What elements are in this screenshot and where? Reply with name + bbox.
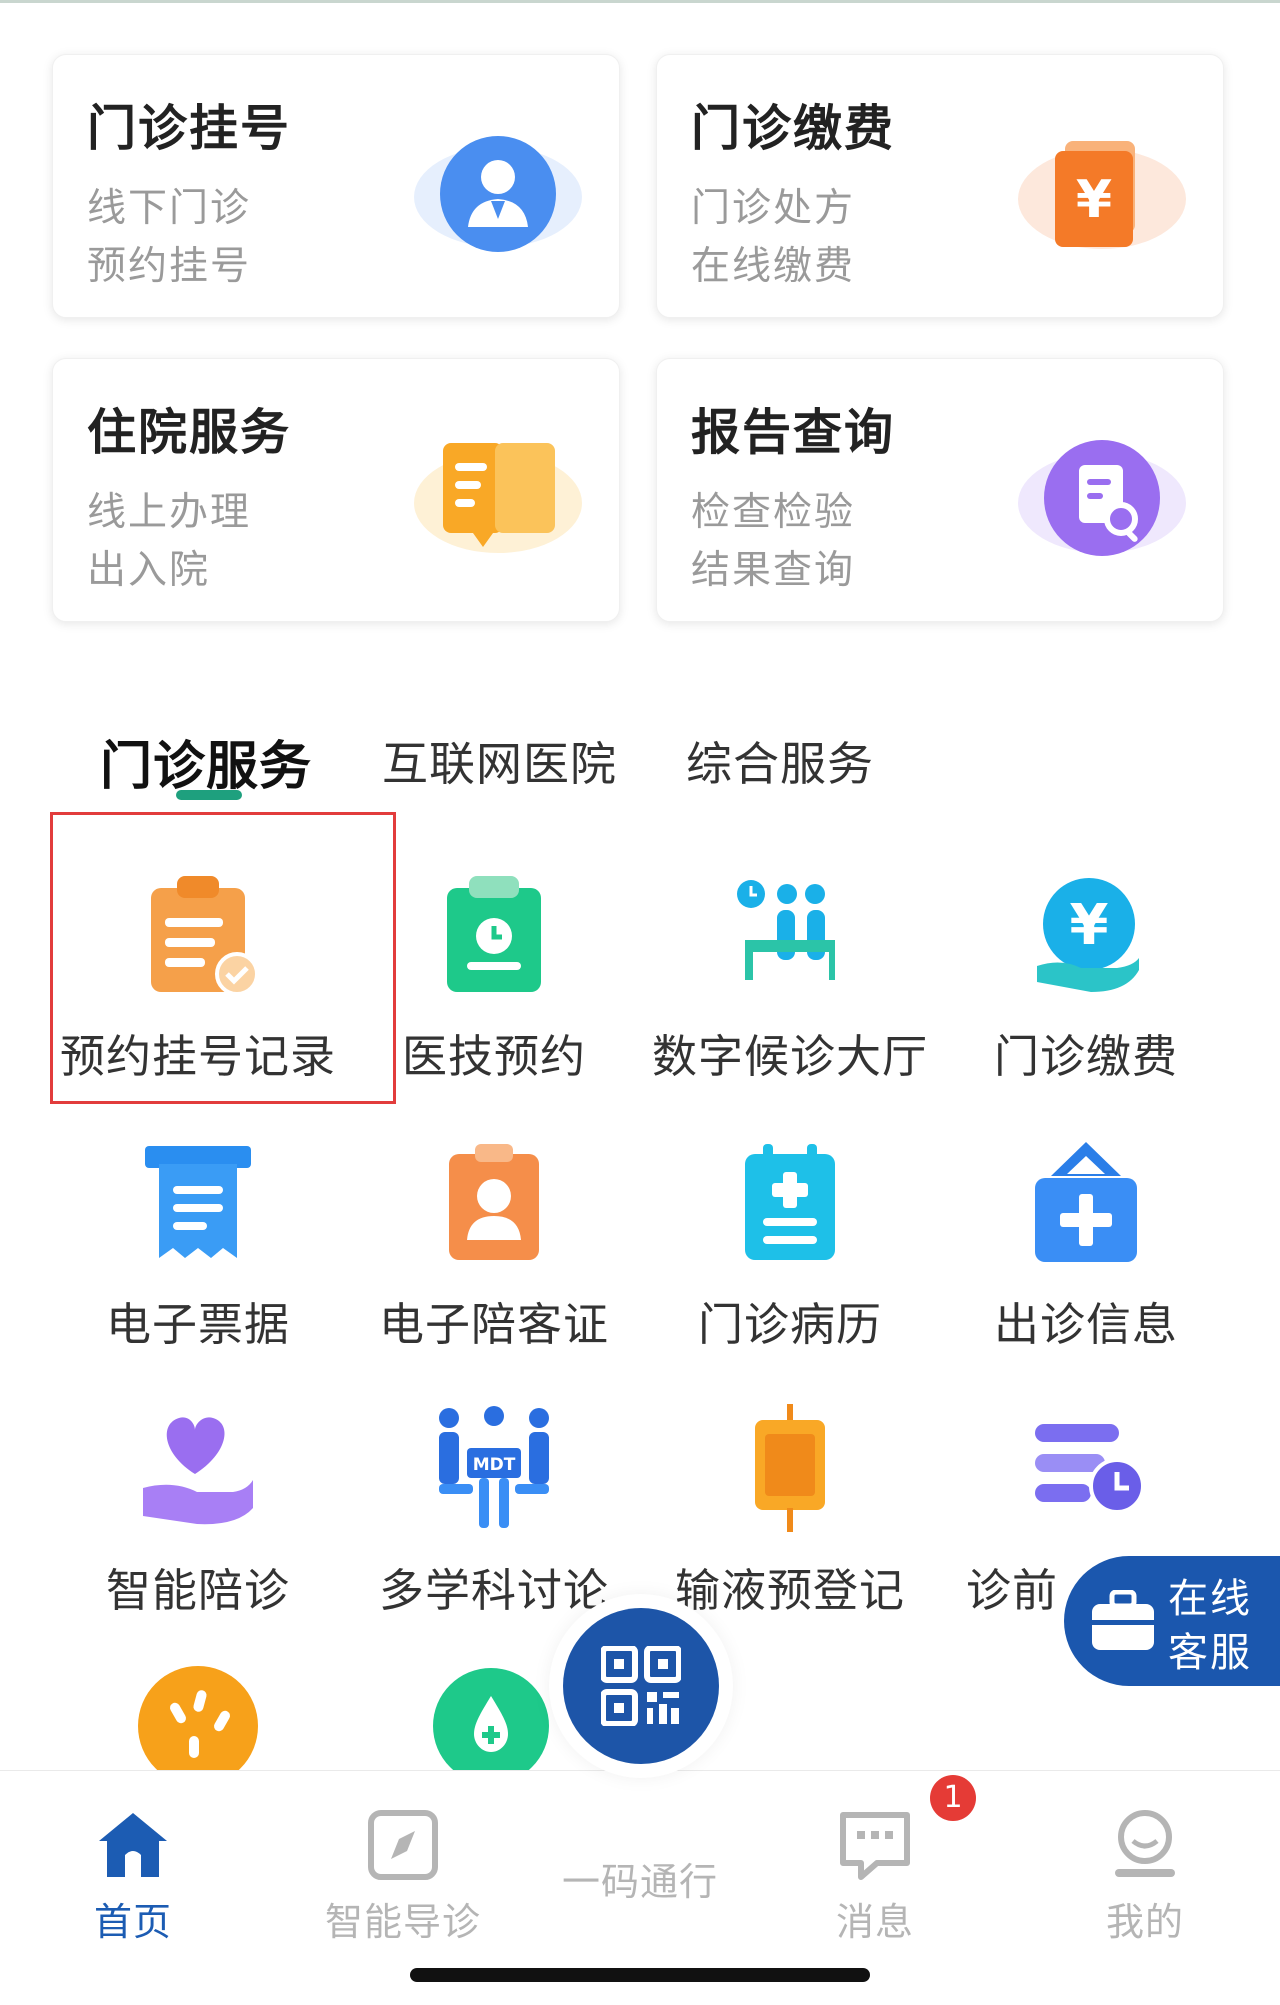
grid-item-label: 电子陪客证 — [378, 1298, 609, 1351]
grid-item-smart-escort[interactable]: 智能陪诊 — [48, 1394, 348, 1634]
svg-text:¥: ¥ — [1070, 893, 1109, 958]
pill-icon[interactable] — [133, 1666, 263, 1770]
grid-item-label: 电子票据 — [105, 1298, 290, 1351]
nav-label: 首页 — [93, 1900, 172, 1944]
nav-messages[interactable]: 消息 — [775, 1807, 975, 1947]
grid-item-e-escort-pass[interactable]: 电子陪客证 — [344, 1128, 644, 1368]
grid-item-medical-tech-booking[interactable]: 医技预约 — [344, 860, 644, 1100]
grid-item-label: 门诊病历 — [697, 1298, 882, 1351]
medical-kit-icon — [1035, 1142, 1137, 1262]
doctor-icon — [414, 136, 582, 252]
nav-one-code-pass[interactable]: 一码通行 — [540, 1843, 740, 1983]
schedule-clock-icon — [1035, 1424, 1145, 1514]
clipboard-clock-icon — [447, 876, 541, 992]
card-subtitle-line2: 结果查询 — [691, 548, 856, 593]
blood-drop-icon[interactable] — [432, 1666, 550, 1770]
card-outpatient-registration[interactable]: 门诊挂号 线下门诊 预约挂号 — [52, 54, 620, 318]
iv-bag-icon — [755, 1404, 825, 1532]
service-label-line2: 客服 — [1168, 1630, 1252, 1676]
tab-comprehensive-service[interactable]: 综合服务 — [686, 728, 874, 794]
card-subtitle-line1: 线上办理 — [87, 490, 252, 535]
home-indicator[interactable] — [410, 1968, 870, 1982]
nav-label: 我的 — [1105, 1900, 1184, 1944]
badge-person-icon — [449, 1144, 539, 1260]
card-title: 门诊挂号 — [87, 100, 292, 157]
yuan-bill-icon: ¥ — [1018, 141, 1186, 249]
grid-item-label: 数字候诊大厅 — [651, 1030, 928, 1083]
top-divider — [0, 0, 1280, 3]
nav-label: 一码通行 — [561, 1860, 718, 1904]
nav-label: 智能导诊 — [324, 1900, 481, 1944]
mdt-meeting-icon: MDT — [439, 1406, 549, 1528]
message-count-badge: 1 — [930, 1775, 976, 1821]
card-title: 门诊缴费 — [691, 100, 896, 157]
grid-item-outpatient-record[interactable]: 门诊病历 — [640, 1128, 940, 1368]
card-subtitle-line2: 预约挂号 — [87, 244, 252, 289]
waiting-room-icon — [737, 880, 835, 980]
nav-label: 消息 — [835, 1900, 914, 1944]
card-inpatient-service[interactable]: 住院服务 线上办理 出入院 — [52, 358, 620, 622]
qr-code-icon — [601, 1646, 681, 1726]
grid-item-clinic-schedule[interactable]: 出诊信息 — [936, 1128, 1236, 1368]
nav-smart-guide[interactable]: 智能导诊 — [303, 1807, 503, 1947]
user-icon — [1115, 1810, 1175, 1877]
grid-item-label: 医技预约 — [401, 1030, 586, 1083]
grid-item-e-receipt[interactable]: 电子票据 — [48, 1128, 348, 1368]
service-tabs: 门诊服务 互联网医院 综合服务 — [100, 728, 1100, 818]
medical-record-icon — [745, 1144, 835, 1260]
grid-item-infusion-preregister[interactable]: 输液预登记 — [640, 1394, 940, 1634]
home-icon — [99, 1813, 167, 1877]
svg-text:¥: ¥ — [1076, 170, 1112, 230]
compass-icon — [368, 1810, 438, 1880]
heart-hand-icon — [143, 1417, 253, 1525]
grid-item-label: 诊前 — [966, 1564, 1059, 1617]
nav-home[interactable]: 首页 — [33, 1807, 233, 1947]
service-label-line1: 在线 — [1168, 1576, 1252, 1622]
grid-item-label: 智能陪诊 — [105, 1564, 290, 1617]
card-outpatient-payment[interactable]: 门诊缴费 门诊处方 在线缴费 ¥ — [656, 54, 1224, 318]
card-report-query[interactable]: 报告查询 检查检验 结果查询 — [656, 358, 1224, 622]
active-tab-indicator — [176, 790, 242, 800]
tab-outpatient-service[interactable]: 门诊服务 — [100, 724, 312, 799]
receipt-icon — [145, 1146, 251, 1258]
grid-item-label: 门诊缴费 — [993, 1030, 1178, 1083]
card-title: 报告查询 — [691, 404, 896, 461]
briefcase-icon — [1092, 1590, 1154, 1650]
card-subtitle-line1: 门诊处方 — [691, 186, 856, 231]
card-subtitle-line2: 出入院 — [87, 548, 211, 593]
grid-item-digital-waiting-hall[interactable]: 数字候诊大厅 — [640, 860, 940, 1100]
grid-item-label: 多学科讨论 — [378, 1564, 609, 1617]
mdt-label: MDT — [473, 1455, 516, 1475]
online-customer-service-button[interactable]: 在线 客服 — [1064, 1556, 1280, 1686]
nav-profile[interactable]: 我的 — [1045, 1807, 1245, 1947]
message-icon — [840, 1812, 910, 1880]
document-folder-icon — [414, 443, 582, 553]
tab-internet-hospital[interactable]: 互联网医院 — [382, 728, 617, 794]
card-subtitle-line1: 检查检验 — [691, 490, 856, 535]
grid-item-outpatient-payment[interactable]: ¥ 门诊缴费 — [936, 860, 1236, 1100]
grid-item-label: 出诊信息 — [993, 1298, 1178, 1351]
grid-item-multidisciplinary[interactable]: MDT 多学科讨论 — [344, 1394, 644, 1634]
card-title: 住院服务 — [87, 404, 292, 461]
grid-item-label: 输液预登记 — [674, 1564, 905, 1617]
card-subtitle-line1: 线下门诊 — [87, 186, 252, 231]
report-search-icon — [1018, 440, 1186, 556]
yuan-hand-icon: ¥ — [1037, 878, 1139, 992]
card-subtitle-line2: 在线缴费 — [691, 244, 856, 289]
qr-code-button[interactable] — [563, 1608, 719, 1764]
